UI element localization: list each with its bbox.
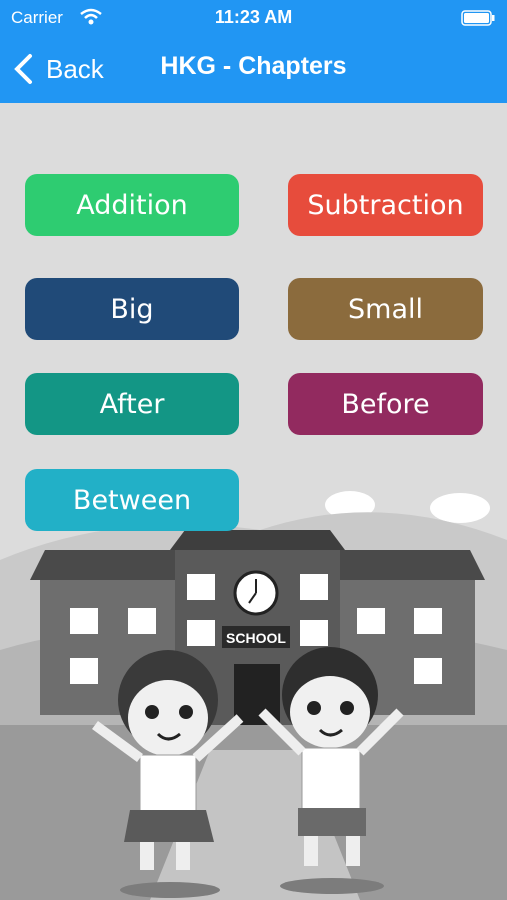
- school-sign-text: SCHOOL: [226, 630, 286, 646]
- small-button[interactable]: Small: [288, 278, 483, 340]
- page-title: HKG - Chapters: [160, 52, 347, 80]
- addition-button[interactable]: Addition: [25, 174, 239, 236]
- navigation-bar: Back HKG - Chapters: [0, 36, 507, 103]
- battery-icon: [461, 10, 495, 26]
- before-button[interactable]: Before: [288, 373, 483, 435]
- status-time: 11:23 AM: [214, 7, 293, 27]
- top-bar: Carrier 11:23 AM Back HKG - Chapters: [0, 0, 507, 103]
- subtraction-button[interactable]: Subtraction: [288, 174, 483, 236]
- app-screen: SCHOOL Carrier 11:23 AM Back HKG - Chapt…: [0, 0, 507, 900]
- after-button[interactable]: After: [25, 373, 239, 435]
- big-button[interactable]: Big: [25, 278, 239, 340]
- between-button[interactable]: Between: [25, 469, 239, 531]
- status-bar: Carrier 11:23 AM: [0, 0, 507, 36]
